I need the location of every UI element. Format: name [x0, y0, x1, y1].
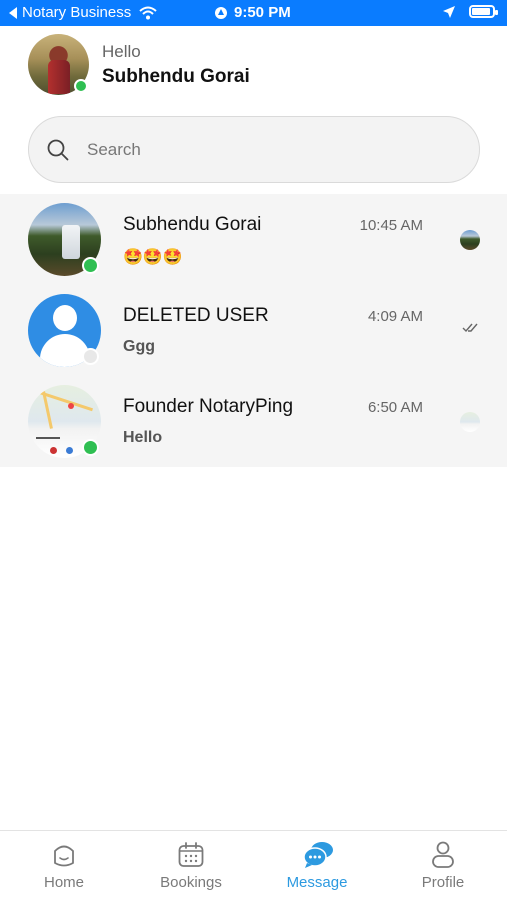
tab-bookings[interactable]: Bookings — [141, 841, 241, 897]
read-receipt-avatar — [460, 412, 480, 432]
contact-name: Subhendu Gorai — [123, 214, 262, 235]
status-bar: Notary Business 9:50 PM — [0, 0, 507, 26]
tab-label: Message — [286, 874, 348, 891]
back-to-app[interactable]: Notary Business — [9, 4, 157, 21]
person-icon — [432, 841, 454, 868]
status-right — [443, 5, 498, 18]
clock: 9:50 PM — [214, 4, 291, 21]
message-time: 4:09 AM — [367, 308, 423, 325]
message-time: 6:50 AM — [367, 399, 423, 416]
contact-name: DELETED USER — [123, 305, 269, 326]
back-app-label: Notary Business — [22, 4, 132, 21]
last-message: Ggg — [123, 338, 155, 355]
home-icon — [54, 845, 74, 867]
search-icon — [47, 139, 69, 161]
offline-status-dot — [82, 348, 99, 365]
tab-label: Profile — [421, 874, 465, 891]
message-time: 10:45 AM — [359, 217, 423, 234]
online-status-dot — [82, 439, 99, 456]
tab-profile[interactable]: Profile — [393, 841, 493, 897]
greeting-header: Hello Subhendu Gorai — [0, 26, 507, 116]
chat-row[interactable]: Subhendu Gorai 🤩🤩🤩 10:45 AM — [0, 194, 507, 285]
tab-message[interactable]: Message — [267, 841, 367, 897]
search-input[interactable] — [87, 131, 457, 169]
calendar-icon — [178, 842, 204, 867]
battery-icon — [469, 5, 498, 18]
online-status-dot — [74, 79, 88, 93]
last-message: Hello — [123, 429, 163, 446]
double-check-icon — [462, 323, 478, 333]
user-name: Subhendu Gorai — [102, 66, 250, 87]
chat-list: Subhendu Gorai 🤩🤩🤩 10:45 AM DELETED USER… — [0, 194, 507, 467]
wifi-icon — [139, 6, 157, 19]
last-message: 🤩🤩🤩 — [123, 249, 183, 266]
tab-label: Home — [43, 874, 84, 891]
online-status-dot — [82, 257, 99, 274]
chat-row[interactable]: DELETED USER Ggg 4:09 AM — [0, 285, 507, 376]
tab-label: Bookings — [160, 874, 222, 891]
chat-row[interactable]: Founder NotaryPing Hello 6:50 AM — [0, 376, 507, 467]
chat-bubbles-icon — [303, 842, 333, 868]
location-icon — [443, 5, 455, 18]
time-label: 9:50 PM — [234, 4, 291, 21]
search-bar[interactable] — [28, 116, 480, 183]
contact-name: Founder NotaryPing — [123, 396, 294, 417]
greeting-text: Hello — [102, 42, 141, 61]
alarm-icon — [215, 6, 227, 19]
tab-home[interactable]: Home — [14, 841, 114, 897]
bottom-tab-bar: Home Bookings Message Profile — [0, 830, 507, 900]
read-receipt-avatar — [460, 230, 480, 250]
back-arrow-icon — [9, 6, 17, 19]
